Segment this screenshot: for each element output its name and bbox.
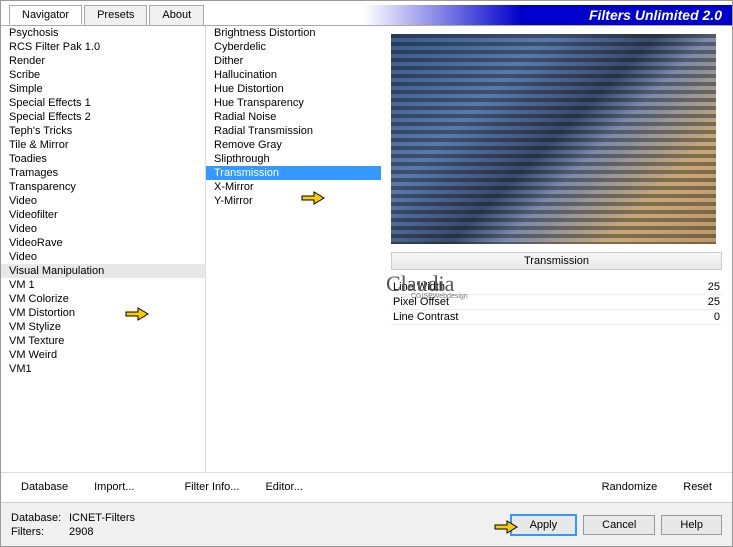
tab-presets[interactable]: Presets	[84, 5, 147, 25]
param-name: Pixel Offset	[393, 296, 449, 308]
category-item[interactable]: Psychosis	[1, 26, 205, 40]
pointer-icon	[493, 515, 519, 535]
tab-about[interactable]: About	[149, 5, 204, 25]
cancel-button[interactable]: Cancel	[583, 515, 655, 535]
category-item[interactable]: VideoRave	[1, 236, 205, 250]
editor-button[interactable]: Editor...	[255, 477, 312, 497]
right-panel: Transmission Line Width25Pixel Offset25L…	[381, 26, 732, 473]
filter-item[interactable]: Y-Mirror	[206, 194, 381, 208]
category-item[interactable]: VM1	[1, 362, 205, 376]
tab-bar: NavigatorPresetsAbout	[1, 5, 206, 25]
category-item[interactable]: Transparency	[1, 180, 205, 194]
filter-item[interactable]: X-Mirror	[206, 180, 381, 194]
footer: Database: ICNET-Filters Filters: 2908 Ap…	[1, 502, 732, 546]
category-item[interactable]: RCS Filter Pak 1.0	[1, 40, 205, 54]
toolbar: Database Import... Filter Info... Editor…	[1, 472, 732, 500]
filter-item[interactable]: Hue Distortion	[206, 82, 381, 96]
category-item[interactable]: VM 1	[1, 278, 205, 292]
apply-button[interactable]: Apply	[510, 514, 578, 536]
app-title: Filters Unlimited 2.0	[206, 5, 732, 25]
filter-item[interactable]: Brightness Distortion	[206, 26, 381, 40]
param-row[interactable]: Pixel Offset 25	[391, 295, 722, 310]
category-item[interactable]: Tramages	[1, 166, 205, 180]
category-item[interactable]: Scribe	[1, 68, 205, 82]
category-item[interactable]: VM Texture	[1, 334, 205, 348]
category-item[interactable]: Video	[1, 194, 205, 208]
category-item[interactable]: Special Effects 2	[1, 110, 205, 124]
filter-list[interactable]: Brightness DistortionCyberdelicDitherHal…	[206, 26, 381, 473]
main-panel: PsychosisRCS Filter Pak 1.0RenderScribeS…	[1, 25, 732, 473]
filter-item[interactable]: Remove Gray	[206, 138, 381, 152]
database-info: Database: ICNET-Filters Filters: 2908	[11, 512, 135, 538]
category-item[interactable]: Special Effects 1	[1, 96, 205, 110]
category-item[interactable]: Video	[1, 222, 205, 236]
tab-navigator[interactable]: Navigator	[9, 5, 82, 25]
pointer-icon	[124, 302, 150, 322]
category-item[interactable]: VM Colorize	[1, 292, 205, 306]
help-button[interactable]: Help	[661, 515, 722, 535]
filter-item[interactable]: Dither	[206, 54, 381, 68]
param-name: Line Contrast	[393, 311, 458, 323]
param-value: 25	[708, 296, 720, 308]
category-item[interactable]: VM Weird	[1, 348, 205, 362]
filter-item[interactable]: Slipthrough	[206, 152, 381, 166]
category-item[interactable]: Toadies	[1, 152, 205, 166]
category-item[interactable]: Simple	[1, 82, 205, 96]
category-item[interactable]: Tile & Mirror	[1, 138, 205, 152]
db-value: ICNET-Filters	[69, 512, 135, 524]
category-item[interactable]: Video	[1, 250, 205, 264]
category-item[interactable]: Teph's Tricks	[1, 124, 205, 138]
param-row[interactable]: Line Width 25	[391, 280, 722, 295]
filter-item[interactable]: Hallucination	[206, 68, 381, 82]
header: NavigatorPresetsAbout Filters Unlimited …	[1, 1, 732, 25]
parameter-panel: Line Width 25 Pixel Offset 25 Line Contrast 0	[391, 280, 722, 469]
category-item[interactable]: Visual Manipulation	[1, 264, 205, 278]
reset-button[interactable]: Reset	[673, 477, 722, 497]
filter-info-button[interactable]: Filter Info...	[174, 477, 249, 497]
category-item[interactable]: Render	[1, 54, 205, 68]
filters-label: Filters:	[11, 526, 69, 538]
param-name: Line Width	[393, 281, 445, 293]
filter-item[interactable]: Transmission	[206, 166, 381, 180]
param-value: 25	[708, 281, 720, 293]
database-button[interactable]: Database	[11, 477, 78, 497]
preview-image	[391, 34, 716, 244]
param-value: 0	[714, 311, 720, 323]
db-label: Database:	[11, 512, 69, 524]
category-list[interactable]: PsychosisRCS Filter Pak 1.0RenderScribeS…	[1, 26, 206, 473]
filter-item[interactable]: Radial Noise	[206, 110, 381, 124]
filter-item[interactable]: Radial Transmission	[206, 124, 381, 138]
filter-item[interactable]: Hue Transparency	[206, 96, 381, 110]
randomize-button[interactable]: Randomize	[592, 477, 668, 497]
pointer-icon	[300, 186, 326, 206]
category-item[interactable]: VM Distortion	[1, 306, 205, 320]
filters-value: 2908	[69, 526, 135, 538]
category-item[interactable]: VM Stylize	[1, 320, 205, 334]
param-row[interactable]: Line Contrast 0	[391, 310, 722, 325]
footer-buttons: Apply Cancel Help	[510, 514, 722, 536]
import-button[interactable]: Import...	[84, 477, 144, 497]
category-item[interactable]: Videofilter	[1, 208, 205, 222]
filter-item[interactable]: Cyberdelic	[206, 40, 381, 54]
filter-name-label: Transmission	[391, 252, 722, 270]
